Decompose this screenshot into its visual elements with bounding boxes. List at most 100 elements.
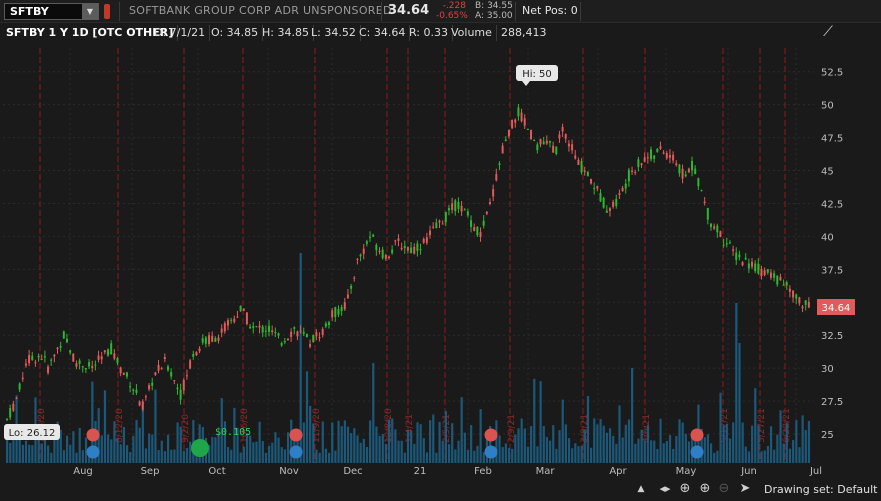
volume-bar xyxy=(763,450,766,463)
zoom-in-icon[interactable]: ⊕ xyxy=(697,481,713,497)
volume-bar xyxy=(523,428,526,463)
volume-bar xyxy=(157,449,160,463)
cursor-icon[interactable]: ➤ xyxy=(737,481,753,497)
candle-body xyxy=(751,261,754,267)
candle-body xyxy=(24,363,27,366)
candle-body xyxy=(258,325,261,328)
volume-bar xyxy=(132,435,135,463)
volume-bar xyxy=(627,419,631,463)
candle-body xyxy=(331,310,334,318)
candle-body xyxy=(779,276,782,281)
info-icon[interactable] xyxy=(484,445,498,459)
volume-bar xyxy=(684,433,687,463)
candle-body xyxy=(43,356,46,358)
y-tick-label: 45 xyxy=(821,167,834,178)
candle-body xyxy=(684,174,687,177)
candle-body xyxy=(735,252,738,260)
candle-body xyxy=(15,397,18,399)
candle-body xyxy=(444,211,447,223)
volume-bar xyxy=(6,437,9,463)
y-tick-label: 52.5 xyxy=(821,68,843,79)
candle-body xyxy=(463,209,466,211)
chart-style-icon[interactable]: ⟋ xyxy=(820,24,836,40)
volume-bar xyxy=(331,422,334,463)
candle-body xyxy=(447,208,450,211)
volume-bar xyxy=(435,452,438,463)
dividend-label: $0.105 xyxy=(215,427,251,438)
info-icon[interactable] xyxy=(86,445,100,459)
volume-bar xyxy=(302,422,305,463)
candle-body xyxy=(586,171,589,177)
x-tick-label: Nov xyxy=(279,466,299,477)
candle-body xyxy=(435,222,438,229)
candle-body xyxy=(703,201,706,204)
volume-bar xyxy=(473,450,476,463)
earnings-icon[interactable] xyxy=(484,428,498,442)
symbol-input[interactable]: SFTBY ▼ xyxy=(4,3,99,20)
earnings-icon[interactable] xyxy=(289,428,303,442)
x-tick-label: Jul xyxy=(809,466,822,477)
candle-body xyxy=(807,301,810,308)
chevron-down-icon[interactable]: ▼ xyxy=(82,4,98,19)
bar-date: D: 7/1/21 xyxy=(150,25,211,41)
earnings-icon[interactable] xyxy=(690,428,704,442)
candle-body xyxy=(646,157,649,159)
candle-body xyxy=(706,208,709,220)
info-icon[interactable] xyxy=(289,445,303,459)
candle-body xyxy=(577,159,580,165)
volume-bar xyxy=(564,424,567,463)
flag-icon[interactable] xyxy=(104,4,110,19)
volume-bar xyxy=(173,449,176,463)
drawing-set-label[interactable]: Drawing set: Default xyxy=(764,483,877,496)
price-chart[interactable]: 7/28/208/12/209/2/2010/6/2011/9/2012/8/2… xyxy=(0,43,881,478)
y-tick-label: 50 xyxy=(821,101,834,112)
volume-bar xyxy=(369,420,372,463)
candle-body xyxy=(239,305,242,312)
volume-bar xyxy=(391,418,394,463)
candle-body xyxy=(78,360,81,364)
volume-bar xyxy=(782,443,785,463)
candle-body xyxy=(204,337,207,344)
candle-body xyxy=(801,306,804,309)
volume-bar xyxy=(495,420,498,463)
x-tick-label: Aug xyxy=(73,466,93,477)
volume-bar xyxy=(119,444,122,463)
caret-up-icon[interactable]: ▲ xyxy=(633,481,649,497)
volume-bar xyxy=(621,437,624,463)
earnings-icon[interactable] xyxy=(86,428,100,442)
candle-body xyxy=(309,344,312,347)
candle-body xyxy=(372,234,375,237)
volume-bar xyxy=(362,438,365,463)
candle-body xyxy=(119,367,122,374)
x-tick-label: 21 xyxy=(414,466,427,477)
volume-bar xyxy=(394,429,397,463)
crosshair-icon[interactable]: ⊕ xyxy=(677,481,693,497)
candle-body xyxy=(397,238,400,241)
volume-bar xyxy=(141,402,144,463)
volume-bar xyxy=(687,441,691,463)
candle-body xyxy=(454,200,457,212)
candle-body xyxy=(631,170,634,172)
candle-body xyxy=(422,238,425,243)
candle-body xyxy=(334,307,337,318)
candle-body xyxy=(268,325,271,332)
candle-body xyxy=(356,258,359,260)
info-icon[interactable] xyxy=(690,445,704,459)
volume-bar xyxy=(757,425,760,463)
volume-bar xyxy=(760,451,763,463)
volume-bar xyxy=(539,381,542,463)
zoom-out-icon[interactable]: ⊖ xyxy=(716,481,732,497)
candle-body xyxy=(476,226,479,236)
divider xyxy=(381,2,382,21)
candle-body xyxy=(176,387,179,390)
candle-body xyxy=(788,288,791,292)
x-tick-label: Mar xyxy=(536,466,556,477)
candle-body xyxy=(242,308,245,311)
candle-body xyxy=(12,403,15,411)
volume-bar xyxy=(170,449,173,463)
pan-arrows-icon[interactable]: ◂▸ xyxy=(657,481,673,497)
volume-bar xyxy=(62,450,66,463)
dividend-icon[interactable] xyxy=(191,439,209,457)
candle-body xyxy=(28,355,31,364)
volume-bar xyxy=(50,452,53,463)
